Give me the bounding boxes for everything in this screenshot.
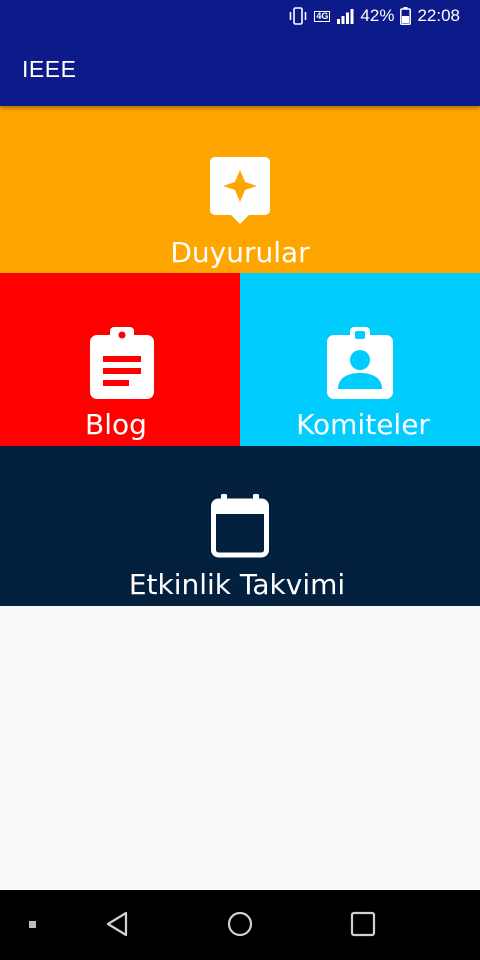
tile-label: Blog xyxy=(85,408,147,441)
navigation-bar xyxy=(0,890,480,960)
network-type: 4G xyxy=(314,10,331,22)
battery-icon xyxy=(400,7,412,25)
tile-label: Komiteler xyxy=(296,408,430,441)
vibrate-icon xyxy=(290,7,307,25)
recents-icon[interactable] xyxy=(350,910,376,938)
back-icon[interactable] xyxy=(104,910,130,938)
tile-blog[interactable]: Blog xyxy=(0,273,240,446)
status-icons: 4G 42% 22:08 xyxy=(288,6,460,26)
calendar-icon xyxy=(211,494,269,558)
tile-duyurular[interactable]: Duyurular xyxy=(0,106,480,273)
clipboard-icon xyxy=(90,327,154,399)
tile-label: Etkinlik Takvimi xyxy=(128,568,346,601)
tile-etkinlik-takvimi[interactable]: Etkinlik Takvimi xyxy=(0,446,480,606)
home-icon[interactable] xyxy=(226,910,254,938)
tile-label: Duyurular xyxy=(170,236,310,269)
signal-icon xyxy=(337,9,354,24)
app-bar: IEEE xyxy=(0,34,480,106)
app-title: IEEE xyxy=(22,56,77,82)
tile-komiteler[interactable]: Komiteler xyxy=(240,273,480,446)
battery-percent: 42% xyxy=(360,6,395,25)
status-bar: 4G 42% 22:08 xyxy=(0,0,480,34)
announcement-icon xyxy=(210,157,270,224)
menu-dot-icon[interactable] xyxy=(28,920,38,930)
badge-icon xyxy=(327,327,393,399)
clock: 22:08 xyxy=(417,6,460,25)
